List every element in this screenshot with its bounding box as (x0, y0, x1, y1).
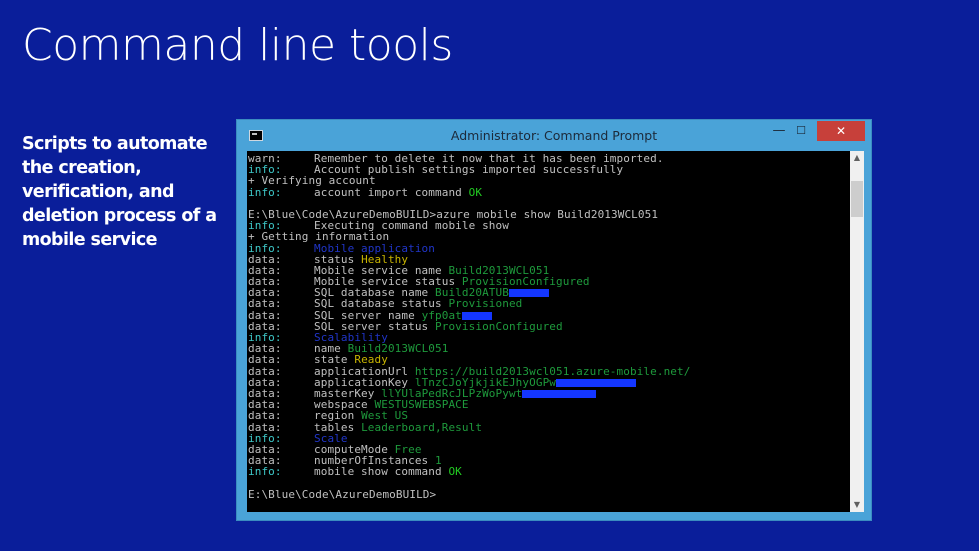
command-prompt-window: Administrator: Command Prompt — ☐ ✕ warn… (236, 119, 872, 521)
slide-title: Command line tools (22, 20, 453, 71)
console-line-label: info: (248, 185, 282, 199)
console-line: info: account import command OK (248, 185, 690, 199)
window-titlebar[interactable]: Administrator: Command Prompt — ☐ ✕ (237, 120, 871, 150)
console-line-text: OK (468, 185, 483, 199)
console-line-text: Leaderboard,Result (361, 420, 483, 434)
redacted-value (522, 389, 597, 398)
console-line-label: data: (248, 297, 282, 311)
console-line: info: mobile show command OK (248, 466, 690, 477)
redacted-value (461, 311, 492, 320)
redacted-value (508, 289, 549, 298)
scroll-up-arrow-icon[interactable]: ▲ (850, 151, 864, 165)
console-line-text: mobile show command (314, 465, 449, 479)
scroll-thumb[interactable] (851, 181, 863, 217)
scroll-down-arrow-icon[interactable]: ▼ (850, 498, 864, 512)
console-output[interactable]: warn: Remember to delete it now that it h… (247, 151, 850, 512)
minimize-button[interactable]: — (767, 121, 791, 141)
vertical-scrollbar[interactable]: ▲ ▼ (850, 151, 864, 512)
console-line-text: OK (448, 465, 462, 479)
slide-bullet-text: Scripts to automate the creation, verifi… (22, 134, 217, 250)
console-line-text: E:\Blue\Code\AzureDemoBUILD> (248, 487, 437, 501)
console-line-label: data: (248, 409, 282, 423)
console-line: E:\Blue\Code\AzureDemoBUILD> (248, 489, 690, 500)
console-line-text: account import command (314, 185, 469, 199)
close-button[interactable]: ✕ (817, 121, 865, 141)
redacted-value (556, 378, 637, 387)
maximize-button[interactable]: ☐ (789, 121, 813, 141)
console-lines: warn: Remember to delete it now that it h… (248, 153, 690, 500)
console-line-label: data: (248, 353, 282, 367)
console-line-label: info: (248, 465, 282, 479)
console-line-text: ProvisionConfigured (435, 319, 563, 333)
